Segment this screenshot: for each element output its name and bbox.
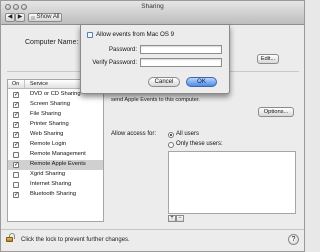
users-list[interactable] xyxy=(168,151,296,214)
verify-password-field[interactable] xyxy=(140,58,222,67)
radio-only-these-users-label: Only these users: xyxy=(176,141,223,147)
service-checkbox[interactable] xyxy=(13,152,19,158)
lock-icon[interactable] xyxy=(6,233,15,242)
service-label: Screen Sharing xyxy=(30,101,70,107)
service-checkbox[interactable]: ✓ xyxy=(13,92,19,98)
lock-body xyxy=(6,237,13,242)
service-label: Remote Login xyxy=(30,141,67,147)
service-row[interactable]: ✓ Remote Login xyxy=(8,140,103,150)
title-bar: Sharing ◀ ▶ Show All xyxy=(1,1,304,25)
service-checkbox[interactable]: ✓ xyxy=(13,162,19,168)
radio-all-users-label: All users xyxy=(176,131,200,137)
show-all-button[interactable]: Show All xyxy=(28,13,62,22)
footer-divider xyxy=(1,229,304,230)
add-user-button[interactable]: + xyxy=(168,215,176,222)
service-checkbox[interactable]: ✓ xyxy=(13,132,19,138)
service-label: Xgrid Sharing xyxy=(30,171,66,177)
service-label: Web Sharing xyxy=(30,131,64,137)
service-checkbox[interactable]: ✓ xyxy=(13,142,19,148)
column-divider xyxy=(24,80,25,88)
password-field[interactable] xyxy=(140,45,222,54)
help-button[interactable]: ? xyxy=(288,234,299,245)
options-button[interactable]: Options... xyxy=(258,107,294,117)
service-row[interactable]: ✓ Web Sharing xyxy=(8,130,103,140)
service-label: Remote Apple Events xyxy=(30,161,86,167)
service-row[interactable]: Xgrid Sharing xyxy=(8,170,103,180)
service-label: DVD or CD Sharing xyxy=(30,91,81,97)
allow-os9-events-label: Allow events from Mac OS 9 xyxy=(96,31,175,38)
service-checkbox[interactable] xyxy=(13,182,19,188)
service-checkbox[interactable]: ✓ xyxy=(13,112,19,118)
service-label: Bluetooth Sharing xyxy=(30,191,77,197)
column-header-on: On xyxy=(12,81,20,87)
services-table[interactable]: On Service ✓ DVD or CD Sharing ✓ Screen Sha… xyxy=(7,79,104,222)
service-row[interactable]: ✓ Remote Apple Events xyxy=(8,160,103,170)
service-checkbox[interactable] xyxy=(13,172,19,178)
edit-button[interactable]: Edit... xyxy=(257,54,279,64)
allow-os9-events-checkbox[interactable] xyxy=(87,32,93,38)
service-label: Remote Management xyxy=(30,151,86,157)
service-checkbox[interactable]: ✓ xyxy=(13,102,19,108)
service-label: Internet Sharing xyxy=(30,181,72,187)
password-label: Password: xyxy=(108,47,137,53)
radio-only-these-users[interactable] xyxy=(168,142,174,148)
show-all-label: Show All xyxy=(36,14,60,20)
forward-button[interactable]: ▶ xyxy=(15,13,25,22)
service-checkbox[interactable]: ✓ xyxy=(13,192,19,198)
remove-user-button[interactable]: − xyxy=(176,215,184,222)
service-row[interactable]: ✓ File Sharing xyxy=(8,110,103,120)
radio-all-users[interactable] xyxy=(168,132,174,138)
service-row[interactable]: Internet Sharing xyxy=(8,180,103,190)
allow-access-label: Allow access for: xyxy=(111,131,157,137)
verify-password-label: Verify Password: xyxy=(92,60,137,66)
window-title: Sharing xyxy=(141,3,164,10)
back-button[interactable]: ◀ xyxy=(5,13,15,22)
lock-text: Click the lock to prevent further change… xyxy=(21,237,130,243)
service-description: send Apple Events to this computer. xyxy=(111,97,200,103)
service-row[interactable]: ✓ Printer Sharing xyxy=(8,120,103,130)
service-label: Printer Sharing xyxy=(30,121,69,127)
sharing-window: Sharing ◀ ▶ Show All Computer Name: Edit… xyxy=(0,0,305,252)
computer-name-label: Computer Name: xyxy=(25,39,79,46)
service-checkbox[interactable]: ✓ xyxy=(13,122,19,128)
service-row[interactable]: ✓ Screen Sharing xyxy=(8,100,103,110)
service-label: File Sharing xyxy=(30,111,61,117)
grid-icon xyxy=(31,16,35,20)
remote-apple-events-sheet: Allow events from Mac OS 9 Password: Ver… xyxy=(80,25,230,94)
service-row[interactable]: ✓ Bluetooth Sharing xyxy=(8,190,103,200)
column-header-service: Service xyxy=(30,81,48,87)
service-row[interactable]: Remote Management xyxy=(8,150,103,160)
ok-button[interactable]: OK xyxy=(186,77,217,87)
cancel-button[interactable]: Cancel xyxy=(148,77,180,87)
